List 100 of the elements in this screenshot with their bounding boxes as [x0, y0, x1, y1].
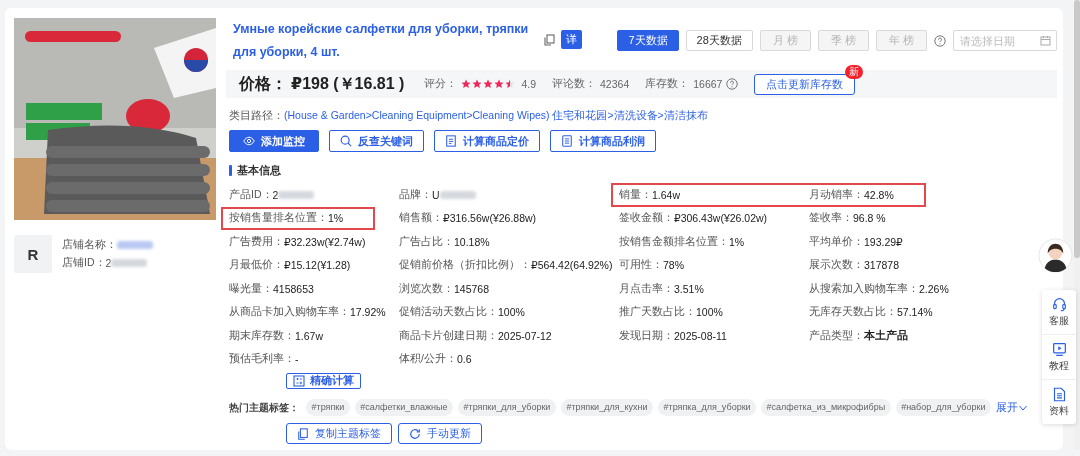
star-icon [494, 79, 505, 89]
assistant-avatar[interactable] [1038, 238, 1073, 273]
metric-label: 商品卡片创建日期： [399, 328, 498, 343]
copy-icon[interactable] [544, 34, 555, 46]
metric-value: ₽32.23w(¥2.74w) [284, 235, 366, 248]
metric-label: 浏览次数： [399, 281, 454, 296]
side-panel-item[interactable]: 资料 [1042, 379, 1076, 424]
reviews-label: 评论数： [552, 77, 597, 91]
topic-tag[interactable]: #тряпки_для_уборки [458, 399, 556, 416]
date-field[interactable]: 请选择日期 [953, 30, 1057, 51]
metric-value: 100% [498, 306, 525, 319]
side-panel-item[interactable]: 教程 [1042, 334, 1076, 379]
refresh-icon [409, 427, 421, 440]
tag-action-button[interactable]: 复制主题标签 [286, 423, 392, 444]
metric-label: 展示次数： [809, 258, 864, 273]
metric-label: 发现日期： [619, 328, 674, 343]
topic-tag[interactable]: #тряпки_для_кухни [560, 399, 654, 416]
metric-value: 4158653 [273, 282, 314, 295]
metric-label: 促销活动天数占比： [399, 305, 498, 320]
reviews-value: 42364 [600, 78, 630, 90]
metric-value: 42.8% [864, 188, 894, 201]
metric-value: 0.6 [456, 353, 472, 366]
action-button[interactable]: 添加监控 [229, 130, 319, 152]
action-button[interactable]: 计算商品利润 [550, 130, 656, 152]
topic-tag[interactable]: #салфетка_из_микрофибры [761, 399, 891, 416]
metric-value: 1% [729, 235, 745, 248]
help-icon[interactable] [934, 34, 946, 47]
calculate-button[interactable]: 精确计算 [286, 373, 361, 389]
metric-label: 预估毛利率： [229, 352, 295, 367]
copy-icon [297, 427, 309, 440]
metric-value: 100% [696, 306, 723, 319]
product-title[interactable]: Умные корейские салфетки для уборки, тряпки для уборки, 4 шт. [233, 18, 538, 64]
metric-label: 推广天数占比： [619, 305, 696, 320]
detail-button[interactable]: 详 [561, 30, 582, 49]
store-id-label: 店铺ID： [62, 256, 106, 270]
star-icon [505, 79, 516, 89]
action-button[interactable]: 反查关键词 [329, 130, 424, 152]
document-icon [1051, 387, 1067, 402]
chevron-down-icon [1018, 404, 1027, 411]
metric-label: 体积/公升： [399, 352, 457, 367]
topic-tag[interactable]: #салфетки_влажные [354, 399, 453, 416]
star-icon [461, 79, 472, 89]
store-id-value: 2 [105, 257, 112, 269]
metric-value: 1% [328, 212, 344, 225]
headset-icon [1051, 297, 1067, 312]
metric-label: 广告占比： [399, 234, 454, 249]
metric-value: ₽15.12(¥1.28) [284, 259, 351, 272]
metric-label: 签收率： [809, 211, 853, 226]
tags-label: 热门主题标签： [229, 400, 299, 415]
stock-value: 16667 [693, 78, 723, 90]
metric-value: 1.67w [295, 329, 324, 342]
stock-label: 库存数： [645, 77, 690, 91]
metric-label: 平均单价： [809, 234, 864, 249]
star-icon [483, 79, 494, 89]
topic-tag[interactable]: #тряпки [306, 399, 350, 416]
expand-link[interactable]: 展开 [995, 400, 1027, 415]
rating-value: 4.9 [521, 78, 537, 90]
metric-value: 2025-08-11 [674, 329, 727, 342]
metric-label: 品牌： [399, 187, 432, 202]
metric-label: 签收金额： [619, 211, 674, 226]
price-label: 价格： [239, 73, 287, 94]
period-tab[interactable]: 28天数据 [685, 30, 753, 51]
metric-value: ₽306.43w(¥26.02w) [674, 212, 768, 225]
period-tab[interactable]: 7天数据 [617, 30, 679, 51]
metric-label: 按销售金额排名位置： [619, 234, 729, 249]
metric-label: 从搜索加入购物车率： [809, 281, 919, 296]
metric-label: 月最低价： [229, 258, 284, 273]
metric-label: 无库存天数占比： [809, 305, 897, 320]
metric-label: 广告费用： [229, 234, 284, 249]
scrollbar[interactable] [1074, 0, 1080, 450]
search-icon [340, 135, 352, 147]
calendar-icon [1040, 35, 1051, 46]
topic-tag[interactable]: #тряпка_для_уборки [658, 399, 757, 416]
metric-value: 3.51% [674, 282, 704, 295]
metric-value: 193.29₽ [864, 235, 903, 248]
side-panel-item[interactable]: 客服 [1042, 290, 1076, 334]
help-icon[interactable] [726, 78, 739, 90]
metric-label: 月动销率： [809, 187, 864, 202]
category-link[interactable]: (House & Garden>Cleaning Equipment>Cleaning Wipes) 住宅和花园>清洗设备>清洁抹布 [284, 109, 708, 123]
metric-label: 期末库存数： [229, 328, 295, 343]
metric-value: 本土产品 [864, 328, 908, 343]
topic-tag[interactable]: #набор_для_уборки [895, 399, 991, 416]
metric-value: 10.18% [454, 235, 490, 248]
metric-value: - [295, 353, 299, 366]
tag-action-button[interactable]: 手动更新 [398, 423, 482, 444]
metric-label: 月点击率： [619, 281, 674, 296]
metric-value: 1.64w [652, 188, 681, 201]
metric-value: 96.8 % [853, 212, 886, 225]
metric-label: 按销售量排名位置： [229, 211, 328, 226]
metric-value: 145768 [454, 282, 490, 295]
metric-label: 曝光量： [229, 281, 273, 296]
section-title: 基本信息 [237, 163, 281, 178]
metric-label: 从商品卡加入购物车率： [229, 305, 350, 320]
metric-value: 57.14% [897, 306, 933, 319]
metric-value: 2.26% [919, 282, 949, 295]
star-icon [472, 79, 483, 89]
metric-value: 2 [272, 188, 279, 201]
video-icon [1051, 342, 1067, 357]
metric-label: 可用性： [619, 258, 663, 273]
action-button[interactable]: 计算商品定价 [434, 130, 540, 152]
